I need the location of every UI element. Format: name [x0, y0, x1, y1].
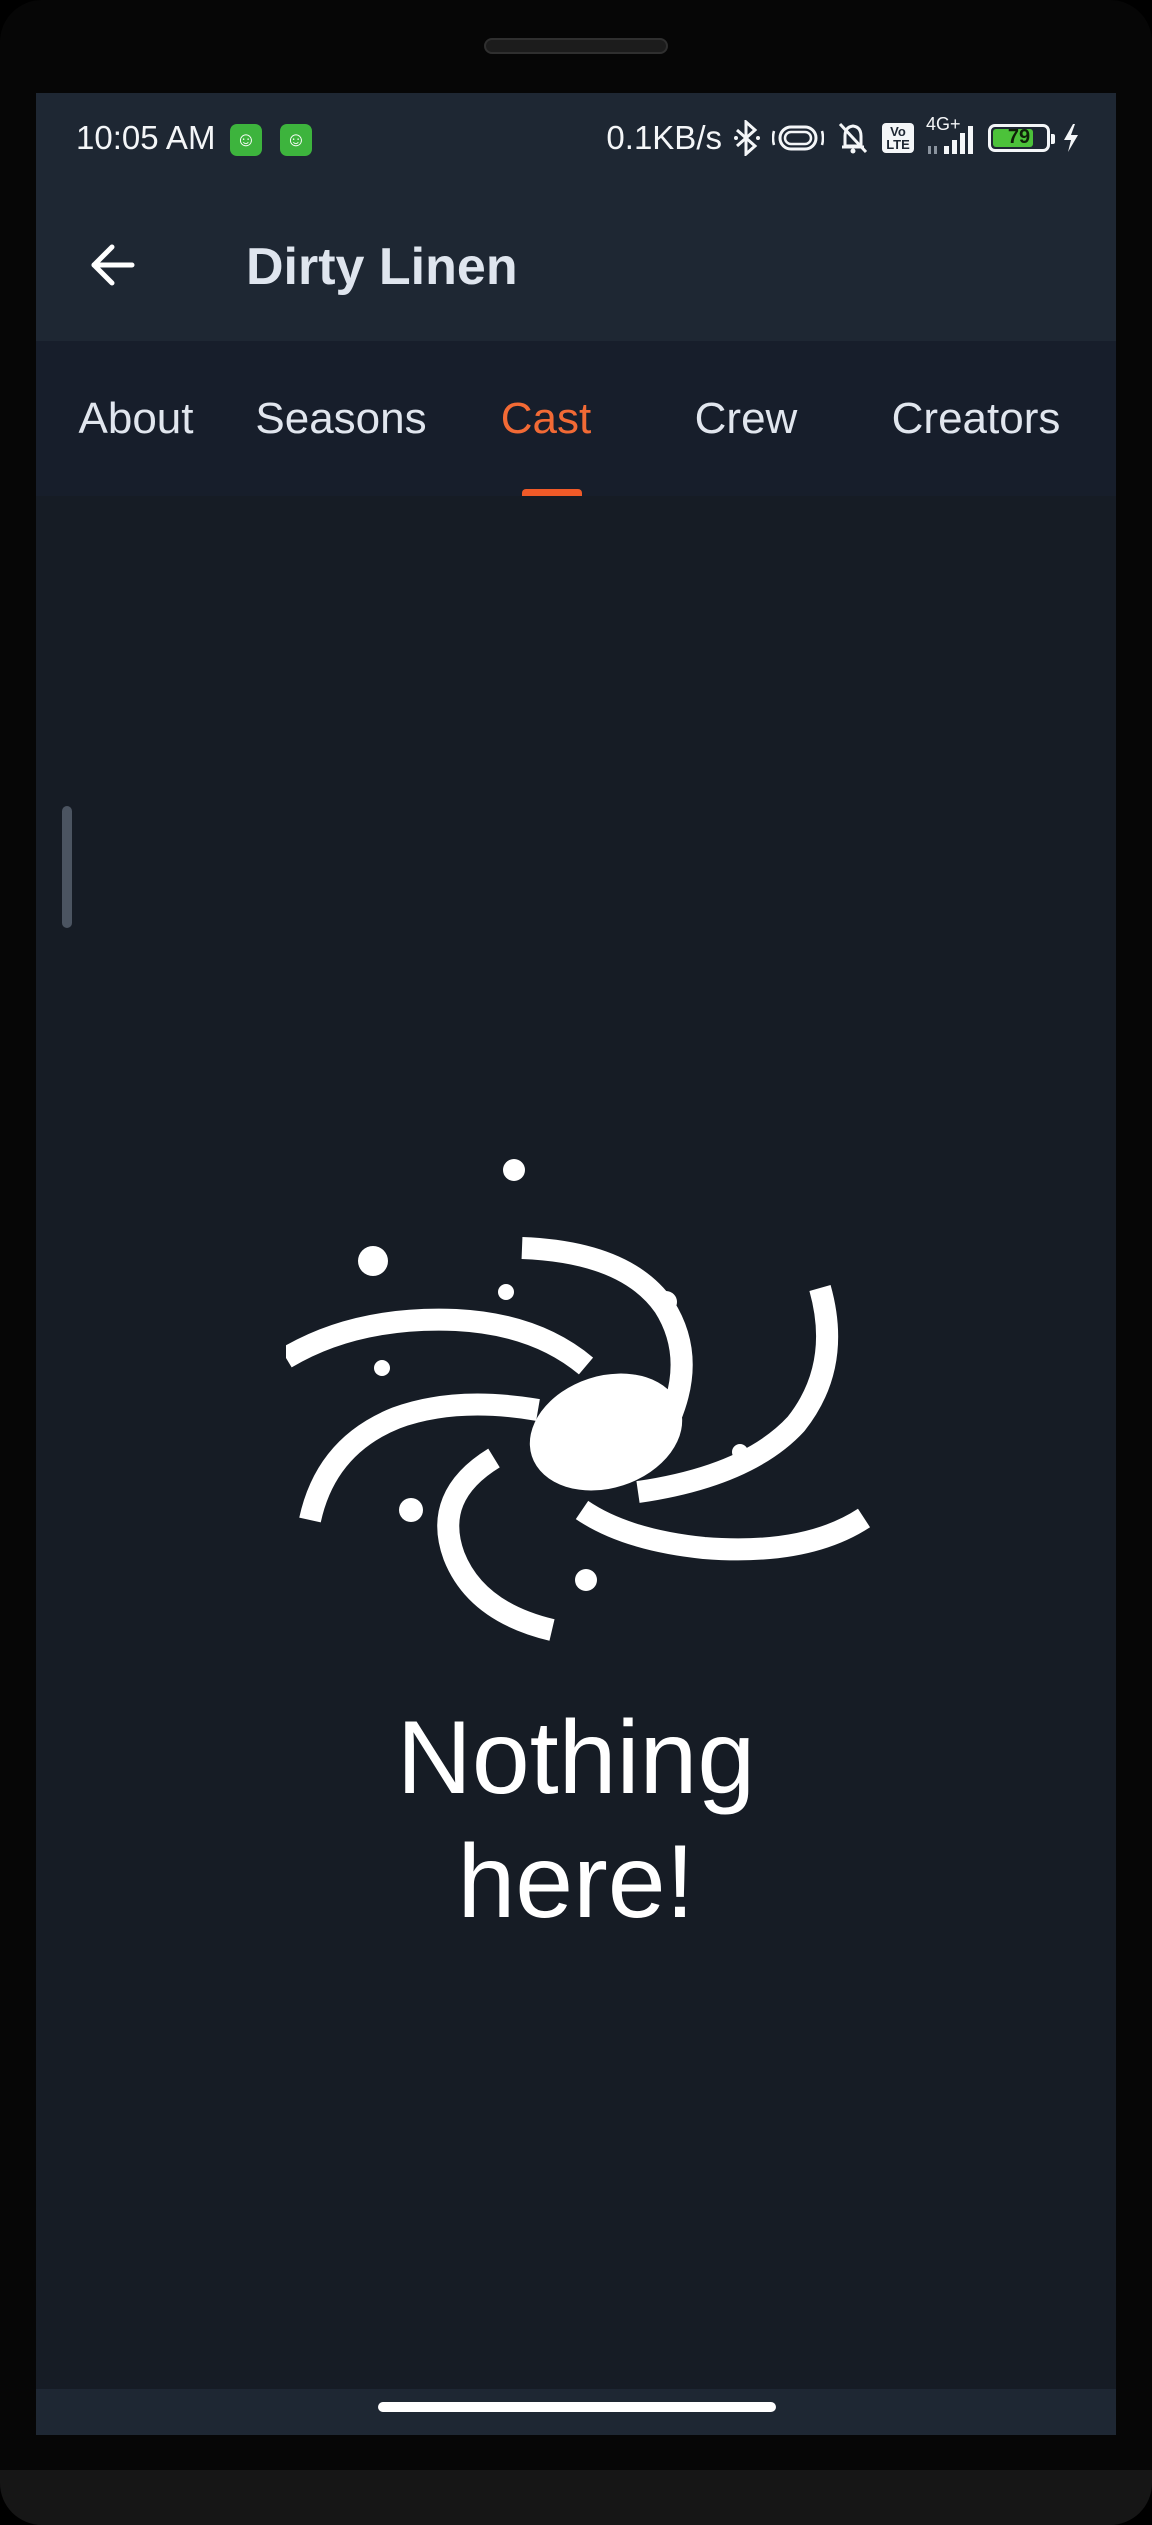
bottom-bezel — [0, 2470, 1152, 2525]
page-title: Dirty Linen — [246, 238, 518, 296]
tab-crew[interactable]: Crew — [646, 341, 846, 496]
tab-cast[interactable]: Cast — [446, 341, 646, 496]
tab-creators[interactable]: Creators — [846, 341, 1106, 496]
tab-seasons[interactable]: Seasons — [236, 341, 446, 496]
active-tab-indicator — [522, 489, 582, 496]
empty-state-message: Nothing here! — [276, 1696, 876, 1944]
mute-icon — [836, 120, 870, 156]
scrollbar-handle[interactable] — [62, 806, 72, 928]
battery-icon: 79 — [988, 124, 1055, 152]
battery-tip — [1051, 134, 1055, 144]
signal-icon: 4G+ — [926, 114, 976, 156]
earpiece-speaker — [484, 38, 668, 54]
app-notification-icon: ☺ — [280, 124, 312, 156]
status-icons: 0.1KB/s Vo LTE 4G+ 79 — [606, 114, 1080, 157]
charging-icon — [1062, 123, 1080, 153]
home-indicator[interactable] — [378, 2402, 776, 2412]
galaxy-icon — [286, 1159, 871, 1641]
status-bar: 10:05 AM ☺ ☺ 0.1KB/s Vo LTE 4G+ 79 — [36, 93, 1116, 189]
bluetooth-icon — [734, 120, 760, 156]
empty-state-line-2: here! — [457, 1824, 695, 1940]
app-notification-icon: ☺ — [230, 124, 262, 156]
tab-about[interactable]: About — [36, 341, 236, 496]
tab-bar: About Seasons Cast Crew Creators — [36, 341, 1116, 496]
screen: 10:05 AM ☺ ☺ 0.1KB/s Vo LTE 4G+ 79 Dirty… — [36, 93, 1116, 2435]
empty-state-line-1: Nothing — [396, 1700, 756, 1816]
status-time: 10:05 AM — [76, 119, 216, 156]
back-button[interactable] — [76, 229, 148, 301]
device-frame: 10:05 AM ☺ ☺ 0.1KB/s Vo LTE 4G+ 79 Dirty… — [0, 0, 1152, 2525]
app-bar: Dirty Linen — [36, 189, 1116, 341]
network-speed: 0.1KB/s — [606, 119, 722, 156]
battery-percent: 79 — [1007, 126, 1031, 148]
arrow-left-icon — [91, 244, 135, 286]
cast-list-content[interactable]: Nothing here! — [36, 496, 1116, 2389]
navigation-bar — [36, 2389, 1116, 2435]
volte-icon: Vo LTE — [882, 123, 914, 153]
vibrate-icon — [772, 121, 824, 155]
